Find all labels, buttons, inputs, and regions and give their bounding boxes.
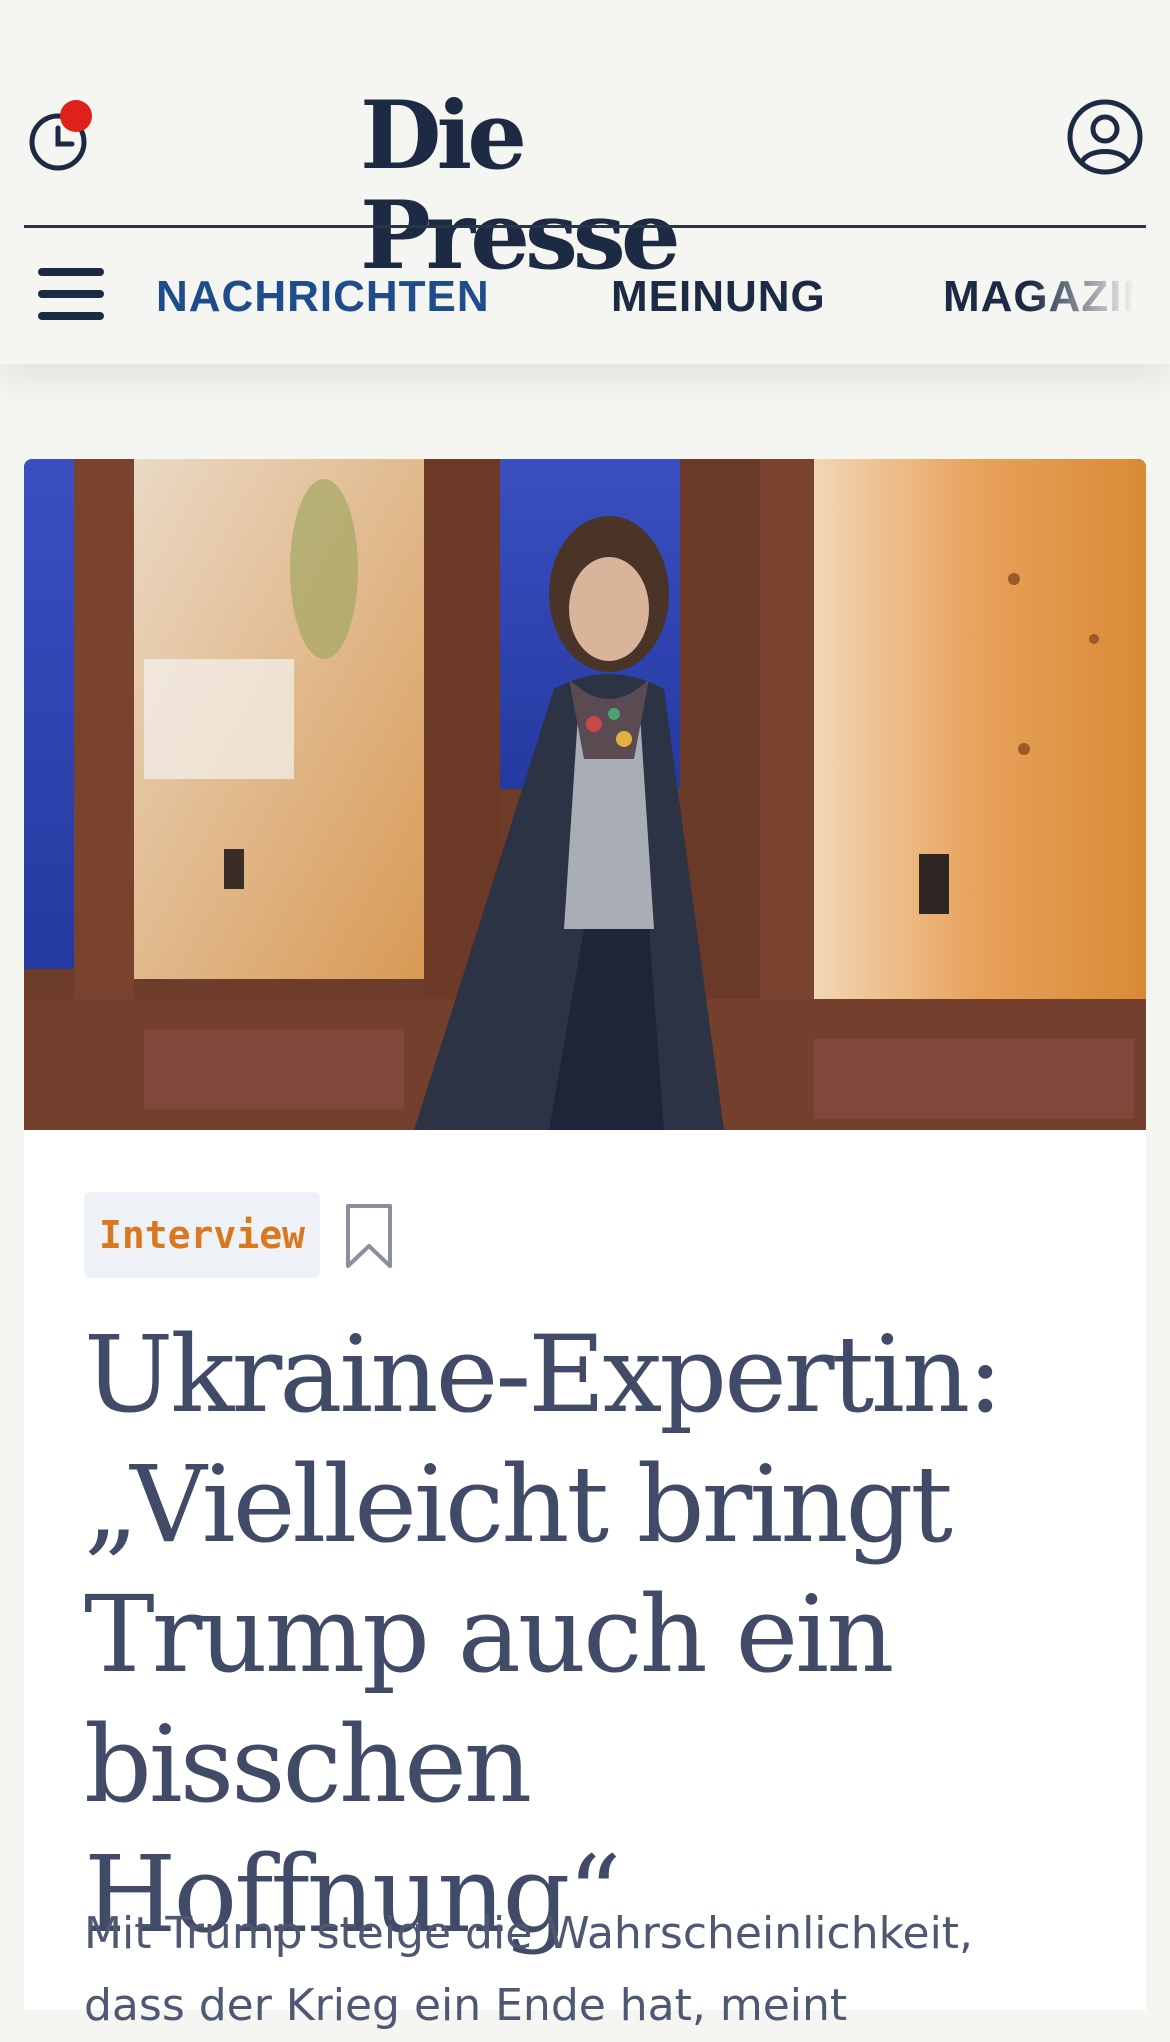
nav-item-nachrichten[interactable]: NACHRICHTEN <box>156 272 490 322</box>
article-hero-image[interactable] <box>24 459 1146 1130</box>
site-header: Die Presse NACHRICHTEN MEINUNG MAGAZIN <box>0 0 1170 364</box>
article-card[interactable]: Interview Ukraine-Expertin: „Vielleicht … <box>24 1130 1146 2031</box>
article-headline[interactable]: Ukraine-Expertin: „Vielleicht bringt Tru… <box>84 1310 1084 1960</box>
account-button[interactable] <box>1066 98 1144 176</box>
nav-item-meinung[interactable]: MEINUNG <box>611 272 826 322</box>
article-tag[interactable]: Interview <box>84 1192 320 1278</box>
notification-dot <box>60 100 92 132</box>
nav-fade <box>1030 250 1170 350</box>
history-button[interactable] <box>28 96 98 176</box>
bookmark-icon[interactable] <box>342 1202 398 1272</box>
header-divider <box>24 225 1146 228</box>
article-lead: Mit Trump steige die Wahrscheinlichkeit,… <box>84 1908 974 2031</box>
hamburger-menu-icon[interactable] <box>38 266 106 326</box>
user-circle-icon <box>1067 99 1143 175</box>
site-logo[interactable]: Die Presse <box>360 86 810 286</box>
hero-photo <box>24 459 1146 1130</box>
